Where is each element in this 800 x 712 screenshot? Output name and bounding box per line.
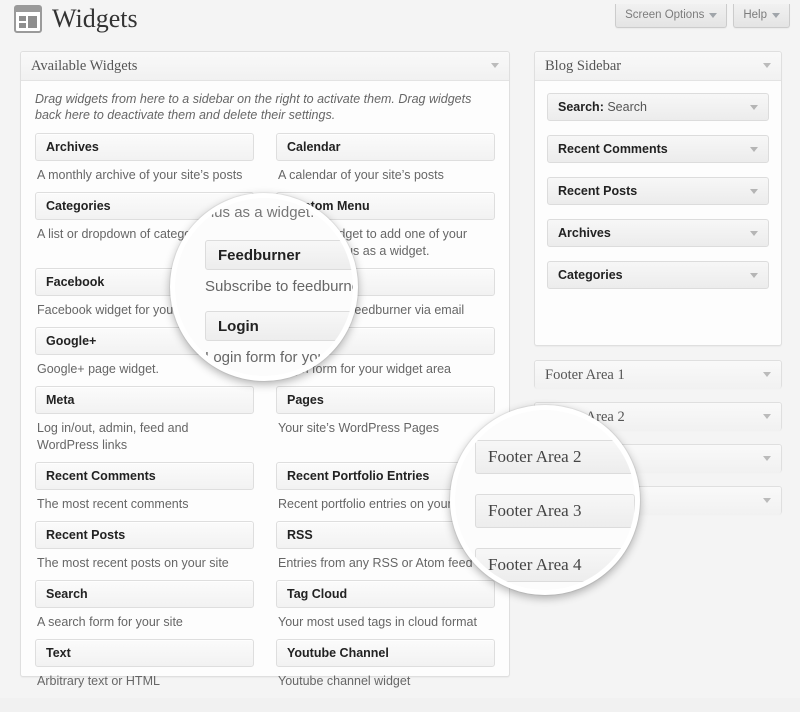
blog-sidebar-title: Blog Sidebar: [545, 57, 622, 74]
lens-widget-bar: Login: [218, 317, 259, 335]
magnifier-lens-footers: Footer Area 2 Footer Area 3 Footer Area …: [450, 405, 640, 595]
sidebar-widget-name: Categories: [558, 268, 623, 282]
available-widget[interactable]: Archives A monthly archive of your site’s…: [35, 133, 254, 184]
chevron-down-icon[interactable]: [750, 105, 758, 110]
chevron-down-icon[interactable]: [750, 273, 758, 278]
help-label: Help: [743, 9, 767, 21]
sidebar-widget-label: Archives: [558, 226, 611, 240]
available-widget-title[interactable]: Recent Posts: [35, 521, 254, 549]
footer-area-panel[interactable]: Footer Area 1: [534, 360, 782, 389]
sidebar-widget-label: Recent Posts: [558, 184, 637, 198]
sidebar-widget-name: Archives: [558, 226, 611, 240]
footer-area-header[interactable]: Footer Area 1: [535, 361, 781, 389]
sidebar-widget-name: Search:: [558, 100, 604, 114]
sidebar-widget[interactable]: Recent Comments: [547, 135, 769, 163]
lens-footer-bar: Footer Area 4: [488, 555, 582, 574]
sidebar-widget-label: Search: Search: [558, 100, 647, 114]
chevron-down-icon[interactable]: [763, 414, 771, 419]
sidebar-widget[interactable]: Recent Posts: [547, 177, 769, 205]
available-widget-title[interactable]: Youtube Channel: [276, 639, 495, 667]
available-widget[interactable]: Text Arbitrary text or HTML: [35, 639, 254, 690]
magnifier-content-widgets: menus as a widget. Feedburner Subscribe …: [175, 198, 353, 376]
available-widgets-header[interactable]: Available Widgets: [21, 52, 509, 81]
available-widget[interactable]: Recent Comments The most recent comments: [35, 462, 254, 513]
available-widget-description: Arbitrary text or HTML: [37, 674, 160, 688]
screen-options-label: Screen Options: [625, 9, 705, 21]
available-widget-description: The most recent posts on your site: [37, 556, 229, 570]
available-widget-title[interactable]: Search: [35, 580, 254, 608]
lens-text: Subscribe to feedburner: [205, 278, 358, 295]
chevron-down-icon: [709, 12, 718, 18]
available-widget-title[interactable]: Text: [35, 639, 254, 667]
page-header: Widgets Screen Options Help: [0, 0, 800, 44]
sidebar-widget[interactable]: Categories: [547, 261, 769, 289]
chevron-down-icon[interactable]: [763, 498, 771, 503]
chevron-down-icon[interactable]: [491, 63, 499, 68]
lens-text: menus as a widget.: [185, 204, 315, 221]
available-widget[interactable]: Calendar A calendar of your site’s posts: [276, 133, 495, 184]
magnifier-content-footers: Footer Area 2 Footer Area 3 Footer Area …: [455, 410, 635, 590]
available-widget-title[interactable]: Calendar: [276, 133, 495, 161]
lens-widget-bar: Feedburner: [218, 246, 301, 264]
chevron-down-icon[interactable]: [750, 231, 758, 236]
lens-footer-bar: Footer Area 3: [488, 501, 582, 520]
chevron-down-icon[interactable]: [763, 372, 771, 377]
available-widget[interactable]: Youtube Channel Youtube channel widget: [276, 639, 495, 690]
help-button[interactable]: Help: [733, 4, 790, 28]
page-title-group: Widgets: [14, 4, 138, 34]
screen-options-button[interactable]: Screen Options: [615, 4, 728, 28]
blog-sidebar-panel: Blog Sidebar Search: Search Recent Commen…: [534, 51, 782, 346]
available-widget-description: The most recent comments: [37, 497, 189, 511]
magnifier-lens-widgets: menus as a widget. Feedburner Subscribe …: [170, 193, 358, 381]
sidebar-widget-value: Search: [607, 100, 647, 114]
sidebar-widget-name: Recent Posts: [558, 184, 638, 198]
lens-text: Login form for your wi: [205, 349, 350, 366]
sidebar-widget-label: Categories: [558, 268, 623, 282]
available-widgets-title: Available Widgets: [31, 57, 138, 74]
available-widget[interactable]: Meta Log in/out, admin, feed and WordPres…: [35, 386, 254, 454]
available-widget-title[interactable]: Archives: [35, 133, 254, 161]
available-widget-description: A calendar of your site’s posts: [278, 168, 444, 182]
chevron-down-icon: [772, 12, 780, 18]
available-widget-description: A monthly archive of your site’s posts: [37, 168, 243, 182]
blog-sidebar-header[interactable]: Blog Sidebar: [535, 52, 781, 81]
available-widget-description: Your most used tags in cloud format: [278, 615, 477, 629]
chevron-down-icon[interactable]: [750, 189, 758, 194]
available-widget[interactable]: Search A search form for your site: [35, 580, 254, 631]
available-widget-description: A search form for your site: [37, 615, 183, 629]
chevron-down-icon[interactable]: [763, 456, 771, 461]
available-widget-description: Youtube channel widget: [278, 674, 411, 688]
sidebar-widget-name: Recent Comments: [558, 142, 668, 156]
available-widgets-description: Drag widgets from here to a sidebar on t…: [35, 92, 472, 122]
available-widget-description: Log in/out, admin, feed and WordPress li…: [37, 421, 189, 452]
chevron-down-icon[interactable]: [763, 63, 771, 68]
available-widget[interactable]: Recent Posts The most recent posts on you…: [35, 521, 254, 572]
footer-area-title: Footer Area 1: [545, 366, 625, 383]
available-widget-title[interactable]: Recent Comments: [35, 462, 254, 490]
available-widget-title[interactable]: Meta: [35, 386, 254, 414]
lens-footer-bar: Footer Area 2: [488, 447, 582, 466]
sidebar-widget[interactable]: Search: Search: [547, 93, 769, 121]
sidebar-widget[interactable]: Archives: [547, 219, 769, 247]
screen-meta-links: Screen Options Help: [615, 4, 790, 28]
widgets-admin-page: Widgets Screen Options Help Available Wi…: [0, 0, 800, 698]
page-title: Widgets: [52, 4, 138, 33]
widgets-icon: [14, 5, 42, 33]
sidebar-widget-label: Recent Comments: [558, 142, 668, 156]
chevron-down-icon[interactable]: [750, 147, 758, 152]
blog-sidebar-widget-list: Search: Search Recent Comments Recent Post…: [535, 81, 781, 289]
